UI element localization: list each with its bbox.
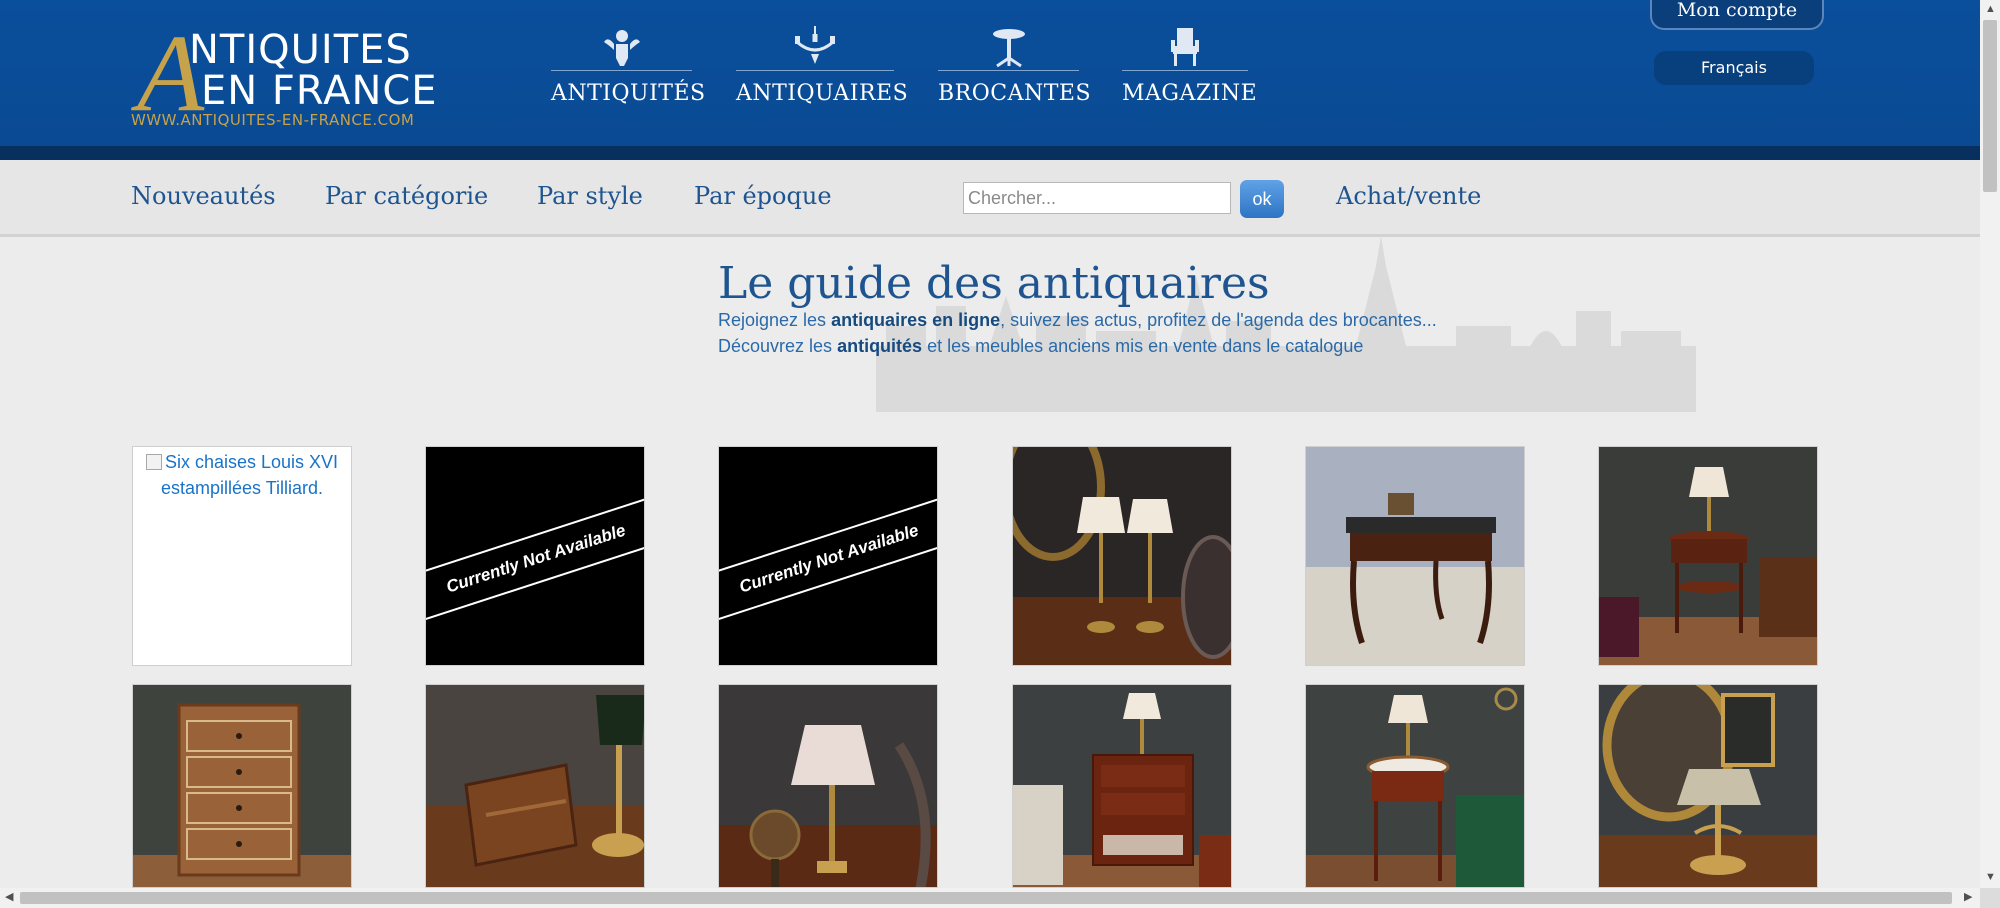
hero-line-1: Rejoignez les antiquaires en ligne, suiv… <box>718 310 1437 331</box>
nav-divider <box>938 70 1079 71</box>
nav-brocantes[interactable]: BROCANTES <box>938 24 1092 110</box>
product-thumbnail[interactable] <box>1305 684 1525 888</box>
product-photo-bouillotte-lamp <box>1599 685 1817 887</box>
product-thumbnail[interactable] <box>1012 684 1232 888</box>
unavailable-label: Currently Not Available <box>719 496 937 622</box>
nav-antiquaires[interactable]: ANTIQUAIRES <box>736 24 909 110</box>
scroll-up-arrow-icon[interactable]: ▲ <box>1985 4 1996 15</box>
page-title: Le guide des antiquaires <box>718 258 1270 309</box>
logo-url: WWW.ANTIQUITES-EN-FRANCE.COM <box>131 111 415 129</box>
product-thumbnail[interactable] <box>425 684 645 888</box>
hero-line-1-pre: Rejoignez les <box>718 310 832 330</box>
nav-divider <box>1122 70 1248 71</box>
product-thumbnail[interactable] <box>1598 684 1818 888</box>
hero-line-1-post: , suivez les actus, profitez de l'agenda… <box>1000 310 1437 330</box>
cherub-icon <box>603 30 640 66</box>
broken-image-alt: Six chaises Louis XVI estampillées Tilli… <box>133 447 351 503</box>
scroll-down-arrow-icon[interactable]: ▼ <box>1985 872 1996 883</box>
product-photo-bedside-table <box>1013 685 1231 887</box>
product-thumbnail[interactable] <box>1598 446 1818 666</box>
link-par-style[interactable]: Par style <box>537 182 643 210</box>
hero-line-2: Découvrez les antiquités et les meubles … <box>718 336 1363 357</box>
scrollbar-corner <box>1980 888 2000 908</box>
gueridon-table-icon <box>992 29 1025 68</box>
product-photo-round-side-table <box>1599 447 1817 665</box>
product-thumbnail[interactable]: Currently Not Available <box>425 446 645 666</box>
product-thumbnail[interactable] <box>132 684 352 888</box>
link-achat-vente[interactable]: Achat/vente <box>1336 182 1481 210</box>
language-selector[interactable]: Français <box>1654 51 1814 85</box>
nav-antiquites-label: ANTIQUITÉS <box>551 81 706 106</box>
hero-line-2-pre: Découvrez les <box>718 336 838 356</box>
horizontal-scrollbar[interactable]: ◀ ▶ <box>0 888 1980 908</box>
nav-magazine[interactable]: MAGAZINE <box>1122 24 1258 110</box>
product-photo-globe-lamp <box>719 685 937 887</box>
logo-line-1: NTIQUITES <box>189 27 412 73</box>
unavailable-label: Currently Not Available <box>426 496 644 622</box>
product-photo-chest-of-drawers <box>133 685 351 887</box>
scroll-left-arrow-icon[interactable]: ◀ <box>5 892 13 903</box>
link-nouveautes[interactable]: Nouveautés <box>131 182 276 210</box>
nav-divider <box>736 70 894 71</box>
secondary-nav: Nouveautés Par catégorie Par style Par é… <box>0 160 1980 237</box>
horizontal-scroll-thumb[interactable] <box>20 892 1952 904</box>
nav-brocantes-label: BROCANTES <box>938 81 1092 106</box>
nav-magazine-label: MAGAZINE <box>1122 81 1258 106</box>
broken-image-alt-text: Six chaises Louis XVI estampillées Tilli… <box>160 452 339 498</box>
hero-line-2-post: et les meubles anciens mis en vente dans… <box>922 336 1364 356</box>
hero-line-1-bold: antiquaires en ligne <box>831 310 1001 330</box>
vertical-scrollbar[interactable]: ▲ ▼ <box>1980 0 2000 888</box>
site-logo[interactable]: A NTIQUITES EN FRANCE WWW.ANTIQUITES-EN-… <box>131 18 451 130</box>
hero-line-2-bold: antiquités <box>837 336 923 356</box>
vertical-scroll-thumb[interactable] <box>1983 20 1997 192</box>
product-photo-gueridon-lamp <box>1306 685 1524 887</box>
armchair-icon <box>1171 28 1199 66</box>
logo-line-2: EN FRANCE <box>201 68 438 114</box>
product-thumbnail[interactable] <box>1012 446 1232 666</box>
header-divider-strip <box>0 146 1980 160</box>
nav-antiquaires-label: ANTIQUAIRES <box>736 81 909 106</box>
product-thumbnail[interactable]: Six chaises Louis XVI estampillées Tilli… <box>132 446 352 666</box>
product-thumbnail[interactable] <box>1305 446 1525 666</box>
nav-antiquites[interactable]: ANTIQUITÉS <box>551 24 706 110</box>
search-ok-button[interactable]: ok <box>1240 180 1284 218</box>
product-thumbnail[interactable]: Currently Not Available <box>718 446 938 666</box>
product-photo-reading-stand <box>426 685 644 887</box>
product-photo-writing-desk <box>1306 447 1524 665</box>
chandelier-icon <box>795 26 835 64</box>
broken-image-icon <box>145 454 162 470</box>
my-account-label: Mon compte <box>1676 0 1798 21</box>
nav-divider <box>551 70 692 71</box>
search-input[interactable] <box>963 182 1231 214</box>
site-header: A NTIQUITES EN FRANCE WWW.ANTIQUITES-EN-… <box>0 0 1980 146</box>
scroll-right-arrow-icon[interactable]: ▶ <box>1964 892 1972 903</box>
product-thumbnail[interactable] <box>718 684 938 888</box>
link-par-categorie[interactable]: Par catégorie <box>325 182 488 210</box>
my-account-button[interactable]: Mon compte <box>1650 0 1824 30</box>
product-photo-lamps-pair <box>1013 447 1231 665</box>
link-par-epoque[interactable]: Par époque <box>694 182 832 210</box>
